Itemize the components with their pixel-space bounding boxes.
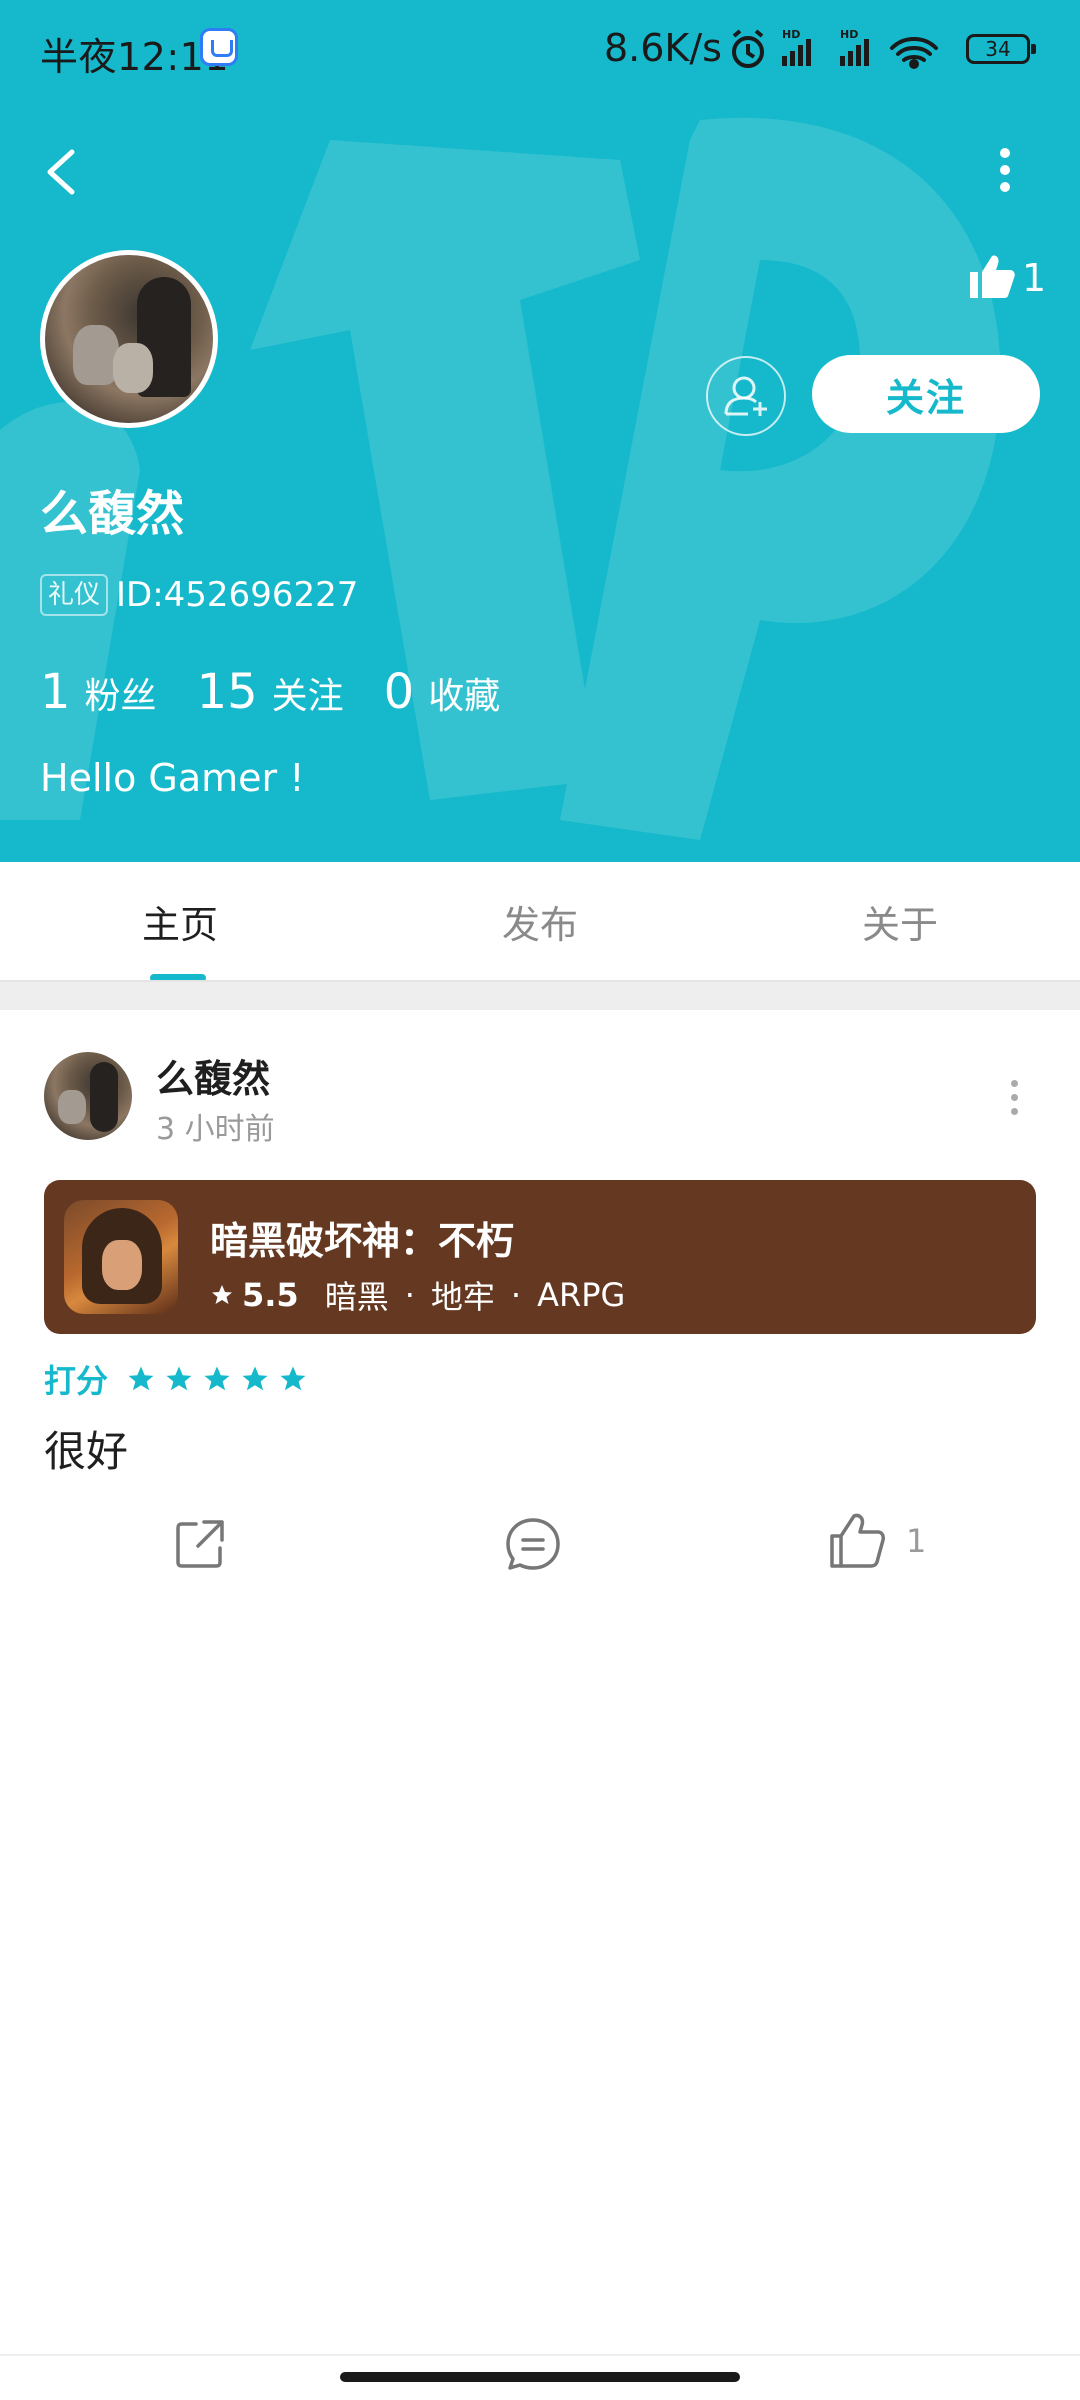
post-content: 很好	[44, 1427, 129, 1476]
profile-header: 半夜12:11 8.6K/s HD HD 34 1 关注 么馥然 礼仪 ID:4…	[0, 0, 1080, 862]
game-meta: 5.5 暗黑 · 地牢 · ARPG	[210, 1272, 625, 1318]
stat-followers[interactable]: 1 粉丝	[40, 664, 157, 720]
game-tag: 暗黑	[324, 1278, 389, 1316]
like-icon[interactable]	[826, 1510, 888, 1572]
post-author-avatar[interactable]	[44, 1052, 132, 1140]
rating-star-icon	[204, 1366, 230, 1391]
game-tag: ARPG	[537, 1276, 626, 1314]
post-time: 3 小时前	[156, 1112, 275, 1147]
tag-separator: ·	[404, 1276, 415, 1314]
add-user-icon	[724, 376, 767, 416]
star-icon	[212, 1285, 232, 1304]
profile-username: 么馥然	[40, 486, 185, 542]
alarm-icon	[732, 29, 764, 68]
game-tag: 地牢	[430, 1278, 495, 1316]
tab-home[interactable]: 主页	[0, 862, 360, 980]
tab-about[interactable]: 关于	[720, 862, 1080, 980]
status-bar: 半夜12:11 8.6K/s HD HD 34	[0, 0, 1080, 96]
user-id: ID:452696227	[116, 575, 359, 615]
rating-star-icon	[242, 1366, 268, 1391]
profile-stats: 1 粉丝 15 关注 0 收藏	[40, 664, 540, 720]
rating-label: 打分	[44, 1362, 109, 1400]
rating-star-icon	[280, 1366, 306, 1391]
stat-value: 15	[196, 664, 258, 720]
bottom-divider	[0, 2354, 1080, 2356]
profile-tabs: 主页 发布 关于	[0, 862, 1080, 982]
stat-label: 关注	[271, 676, 344, 717]
home-indicator[interactable]	[340, 2372, 740, 2382]
signal-icon-2: HD	[840, 28, 869, 66]
status-icons: HD HD	[732, 28, 938, 69]
profile-like-count: 1	[1022, 256, 1047, 300]
game-title: 暗黑破坏神：不朽	[210, 1219, 515, 1263]
add-friend-button[interactable]	[706, 356, 786, 436]
rating-row: 打分	[44, 1356, 316, 1402]
rating-star-icon	[128, 1366, 154, 1391]
comment-icon[interactable]	[502, 1514, 564, 1576]
svg-text:HD: HD	[782, 28, 800, 41]
stat-label: 收藏	[428, 676, 501, 717]
stat-following[interactable]: 15 关注	[197, 664, 344, 720]
stat-label: 粉丝	[84, 676, 157, 717]
wifi-icon	[890, 37, 938, 69]
network-speed: 8.6K/s	[604, 26, 722, 70]
post-actions: 1	[0, 1510, 1080, 1590]
stat-value: 1	[40, 664, 71, 720]
profile-avatar[interactable]	[40, 250, 218, 428]
game-icon	[64, 1200, 178, 1314]
stat-value: 0	[383, 664, 415, 720]
section-divider	[0, 980, 1080, 1010]
game-card[interactable]: 暗黑破坏神：不朽 5.5 暗黑 · 地牢 · ARPG	[44, 1180, 1036, 1334]
tag-separator: ·	[510, 1276, 522, 1314]
profile-bio: Hello Gamer !	[40, 756, 305, 800]
thumbs-up-icon[interactable]	[966, 252, 1016, 300]
stat-favorites[interactable]: 0 收藏	[384, 664, 501, 720]
more-options-icon[interactable]	[990, 148, 1020, 194]
post-like-count: 1	[906, 1522, 927, 1560]
share-icon[interactable]	[170, 1514, 230, 1574]
app-notification-icon	[200, 28, 238, 66]
post-more-icon[interactable]	[1008, 1080, 1020, 1120]
game-rating: 5.5	[242, 1276, 299, 1314]
user-badge[interactable]: 礼仪	[40, 574, 109, 616]
battery-indicator: 34	[966, 34, 1036, 64]
tab-posts[interactable]: 发布	[360, 862, 720, 980]
follow-button[interactable]: 关注	[812, 355, 1040, 433]
svg-text:HD: HD	[840, 28, 858, 41]
rating-star-icon	[166, 1366, 192, 1391]
post-author-name[interactable]: 么馥然	[156, 1048, 270, 1103]
signal-icon-1: HD	[782, 28, 811, 66]
back-button[interactable]	[40, 146, 84, 198]
